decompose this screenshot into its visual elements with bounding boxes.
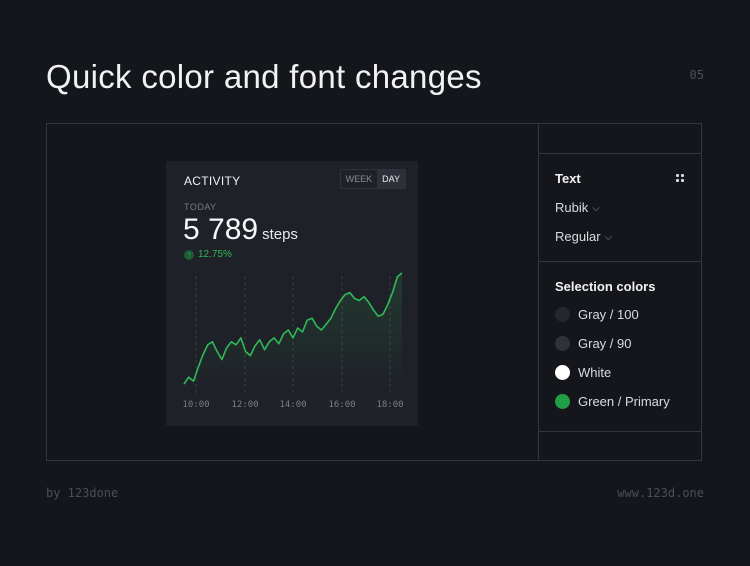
chevron-down-icon: ⌵ <box>592 203 600 214</box>
color-swatch-gray-90[interactable]: Gray / 90 <box>555 336 631 351</box>
canvas-frame: ACTIVITY WEEK DAY TODAY 5 789 steps ↑ 12.… <box>46 123 702 461</box>
page-number: 05 <box>689 68 704 82</box>
chevron-down-icon: ⌵ <box>604 232 613 243</box>
color-swatch-gray-100[interactable]: Gray / 100 <box>555 307 639 322</box>
font-family-dropdown[interactable]: Rubik ⌵ <box>555 200 600 215</box>
colors-section-heading: Selection colors <box>555 279 656 294</box>
swatch-label: Gray / 100 <box>578 307 639 322</box>
font-family-value: Rubik <box>555 200 589 215</box>
x-tick: 12:00 <box>231 400 259 410</box>
color-swatch-green-primary[interactable]: Green / Primary <box>555 394 670 409</box>
font-weight-dropdown[interactable]: Regular ⌵ <box>555 229 612 244</box>
text-section-heading: Text <box>555 171 581 186</box>
swatch-label: White <box>578 365 612 380</box>
panel-divider <box>539 153 702 154</box>
grid-dots-icon[interactable] <box>676 174 684 182</box>
panel-divider <box>539 261 702 262</box>
activity-chart <box>183 272 403 393</box>
font-weight-value: Regular <box>555 229 601 244</box>
activity-card: ACTIVITY WEEK DAY TODAY 5 789 steps ↑ 12.… <box>166 161 418 426</box>
footer-credit: by 123done <box>46 486 119 500</box>
x-tick: 18:00 <box>376 400 404 410</box>
swatch-circle <box>555 307 570 322</box>
footer-url: www.123d.one <box>617 486 704 500</box>
x-tick: 14:00 <box>279 400 307 410</box>
swatch-label: Gray / 90 <box>578 336 632 351</box>
panel-divider <box>539 431 702 432</box>
swatch-circle <box>555 394 570 409</box>
swatch-circle <box>555 336 570 351</box>
x-tick: 10:00 <box>182 400 210 410</box>
page-title: Quick color and font changes <box>46 58 482 95</box>
swatch-label: Green / Primary <box>578 394 670 409</box>
properties-panel: Text Rubik ⌵ Regular ⌵ Selection colors Gr… <box>539 124 702 460</box>
color-swatch-white[interactable]: White <box>555 365 611 380</box>
swatch-circle <box>555 365 570 380</box>
x-tick: 16:00 <box>328 400 356 410</box>
